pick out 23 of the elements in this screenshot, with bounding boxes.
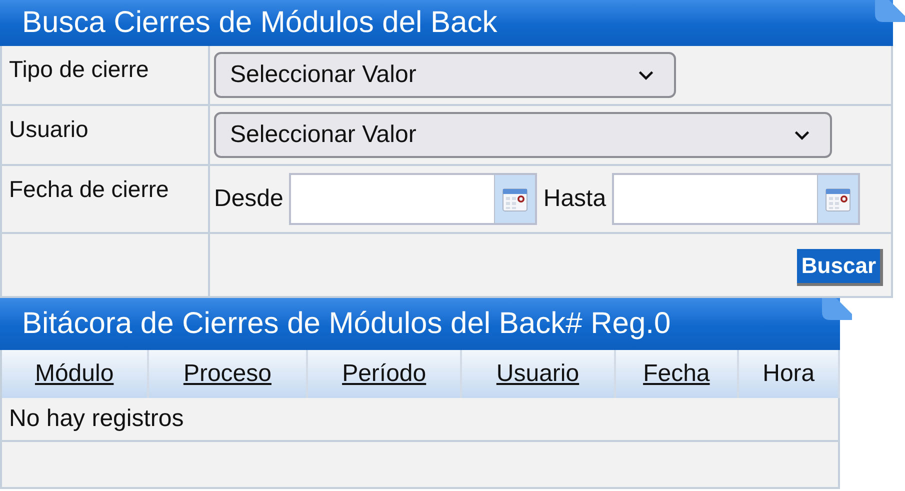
date-field[interactable]: [289, 173, 538, 225]
field-label: Tipo de cierre: [9, 56, 149, 82]
column-header-link[interactable]: Módulo: [34, 360, 114, 388]
panel-title: Busca Cierres de Módulos del Back: [21, 6, 498, 40]
calendar-icon[interactable]: [817, 175, 858, 223]
panel-title: Bitácora de Cierres de Módulos del Back# Reg.0: [21, 307, 671, 341]
chevron-down-icon: [638, 70, 654, 80]
column-header-link[interactable]: Proceso: [183, 360, 272, 388]
field-label: Fecha de cierre: [9, 176, 169, 202]
date-field[interactable]: [612, 173, 860, 225]
column-header-link[interactable]: Usuario: [496, 360, 580, 388]
empty-message: No hay registros: [9, 405, 184, 433]
column-header-link[interactable]: Período: [342, 360, 426, 388]
select-dropdown[interactable]: Seleccionar Valor: [214, 52, 676, 98]
select-dropdown[interactable]: Seleccionar Valor: [214, 112, 832, 158]
chevron-down-icon: [794, 130, 810, 140]
date-label: Desde: [214, 185, 284, 213]
column-header-link[interactable]: Fecha: [643, 360, 710, 388]
column-header: Hora: [762, 360, 815, 388]
calendar-icon[interactable]: [494, 175, 536, 223]
date-label: Hasta: [543, 185, 606, 213]
field-label: Usuario: [9, 116, 88, 142]
search-button[interactable]: Buscar: [797, 249, 883, 286]
